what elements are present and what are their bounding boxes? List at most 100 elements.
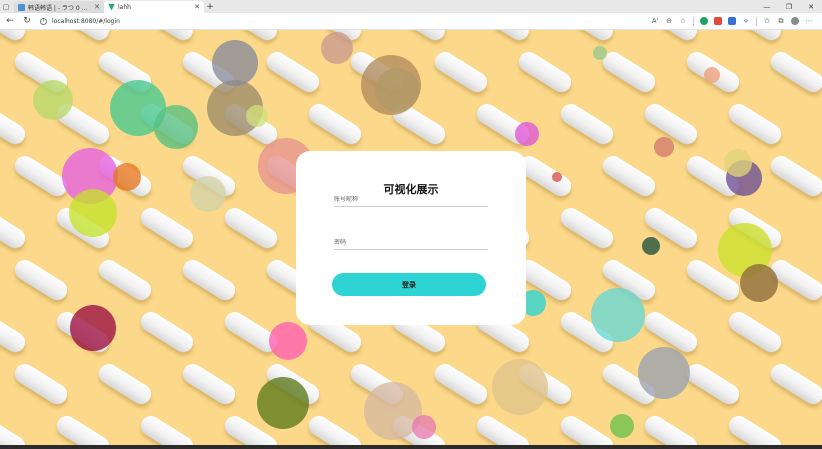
- toolbar-actions: A⁾ ⊖ ☆ ⟡ ✩ ⧉ ⋯: [648, 14, 816, 28]
- username-field[interactable]: [334, 194, 488, 207]
- pill-decoration: [137, 308, 197, 356]
- bubble-decoration: [654, 137, 674, 157]
- window-controls: — ❐ ✕: [756, 0, 822, 13]
- pill-decoration: [557, 100, 617, 148]
- page-viewport: 可视化展示 登录: [0, 30, 822, 449]
- pill-decoration: [641, 412, 701, 449]
- bubble-decoration: [321, 32, 353, 64]
- extension-puzzle-icon[interactable]: ⟡: [739, 14, 753, 28]
- zoom-icon[interactable]: ⊖: [662, 14, 676, 28]
- bubble-decoration: [638, 347, 690, 399]
- pill-decoration: [767, 152, 822, 200]
- pill-decoration: [767, 48, 822, 96]
- toolbar-divider: [756, 16, 757, 26]
- close-tab-icon[interactable]: ✕: [194, 3, 200, 11]
- pill-decoration: [305, 100, 365, 148]
- tab-actions-icon[interactable]: ▢: [0, 1, 12, 13]
- bubble-decoration: [552, 172, 562, 182]
- bilibili-tab-icon: [18, 3, 25, 11]
- pill-decoration: [725, 30, 785, 44]
- pill-decoration: [137, 30, 197, 44]
- bubble-decoration: [704, 67, 720, 83]
- bubble-decoration: [361, 55, 421, 115]
- favorite-add-icon[interactable]: ☆: [676, 14, 690, 28]
- taskbar-edge: [0, 445, 822, 449]
- address-toolbar: ← ↻ i localhost:8080/#/login A⁾ ⊖ ☆ ⟡ ✩ …: [0, 13, 822, 30]
- extension-blue-icon[interactable]: [725, 14, 739, 28]
- pill-decoration: [557, 412, 617, 449]
- pill-decoration: [473, 30, 533, 44]
- tab-title: 韩语韩语 | - ラつ 0 子怀 - bili: [28, 4, 91, 12]
- more-menu-icon[interactable]: ⋯: [802, 14, 816, 28]
- pill-decoration: [11, 360, 71, 408]
- pill-decoration: [0, 100, 29, 148]
- tab-title: lahh: [118, 3, 131, 11]
- bubble-decoration: [70, 305, 116, 351]
- extension-red-icon[interactable]: [711, 14, 725, 28]
- vue-tab-icon: [108, 3, 115, 11]
- url-text: localhost:8080/#/login: [52, 17, 120, 25]
- bubble-decoration: [740, 264, 778, 302]
- pill-decoration: [179, 360, 239, 408]
- restore-icon[interactable]: ❐: [778, 0, 800, 13]
- pill-decoration: [725, 412, 785, 449]
- login-button[interactable]: 登录: [332, 273, 486, 296]
- tab-active[interactable]: lahh ✕: [104, 1, 204, 13]
- pill-decoration: [53, 30, 113, 44]
- bubble-decoration: [515, 122, 539, 146]
- bubble-decoration: [724, 149, 752, 177]
- tab-bilibili[interactable]: 韩语韩语 | - ラつ 0 子怀 - bili ✕: [14, 1, 104, 13]
- pill-decoration: [263, 48, 323, 96]
- collections-icon[interactable]: ⧉: [774, 14, 788, 28]
- refresh-icon[interactable]: ↻: [20, 14, 34, 28]
- back-arrow-icon[interactable]: ←: [3, 14, 17, 28]
- pill-decoration: [305, 412, 365, 449]
- bubble-decoration: [591, 288, 645, 342]
- pill-decoration: [557, 204, 617, 252]
- pill-decoration: [515, 48, 575, 96]
- login-card: 可视化展示 登录: [296, 151, 526, 325]
- new-tab-button[interactable]: +: [204, 1, 216, 13]
- pill-decoration: [389, 30, 449, 44]
- pill-decoration: [137, 412, 197, 449]
- extension-green-icon[interactable]: [697, 14, 711, 28]
- pill-decoration: [683, 360, 743, 408]
- bubble-decoration: [492, 359, 548, 415]
- bubble-decoration: [257, 377, 309, 429]
- pill-decoration: [95, 256, 155, 304]
- pill-decoration: [95, 360, 155, 408]
- pill-decoration: [11, 256, 71, 304]
- bubble-decoration: [610, 414, 634, 438]
- bubble-decoration: [113, 163, 141, 191]
- password-field[interactable]: [334, 237, 488, 250]
- pill-decoration: [767, 360, 822, 408]
- bubble-decoration: [154, 105, 198, 149]
- bubble-decoration: [212, 40, 258, 86]
- pill-decoration: [0, 204, 29, 252]
- address-bar[interactable]: i localhost:8080/#/login: [40, 15, 648, 27]
- username-input[interactable]: [334, 196, 488, 203]
- pill-decoration: [599, 152, 659, 200]
- bubble-decoration: [269, 322, 307, 360]
- pill-decoration: [0, 412, 29, 449]
- tab-strip: ▢ 韩语韩语 | - ラつ 0 子怀 - bili ✕ lahh ✕ + — ❐…: [0, 0, 822, 13]
- pill-decoration: [0, 308, 29, 356]
- pill-decoration: [641, 30, 701, 44]
- close-tab-icon[interactable]: ✕: [94, 3, 100, 11]
- pill-decoration: [431, 360, 491, 408]
- minimize-icon[interactable]: —: [756, 0, 778, 13]
- favorites-icon[interactable]: ✩: [760, 14, 774, 28]
- site-info-icon[interactable]: i: [40, 17, 47, 25]
- bubble-decoration: [593, 46, 607, 60]
- close-window-icon[interactable]: ✕: [800, 0, 822, 13]
- bubble-decoration: [190, 176, 226, 212]
- profile-avatar-icon[interactable]: [788, 14, 802, 28]
- pill-decoration: [53, 412, 113, 449]
- read-aloud-icon[interactable]: A⁾: [648, 14, 662, 28]
- pill-decoration: [431, 48, 491, 96]
- pill-decoration: [725, 308, 785, 356]
- pill-decoration: [557, 30, 617, 44]
- bubble-decoration: [33, 80, 73, 120]
- pill-decoration: [473, 412, 533, 449]
- password-input[interactable]: [334, 239, 488, 246]
